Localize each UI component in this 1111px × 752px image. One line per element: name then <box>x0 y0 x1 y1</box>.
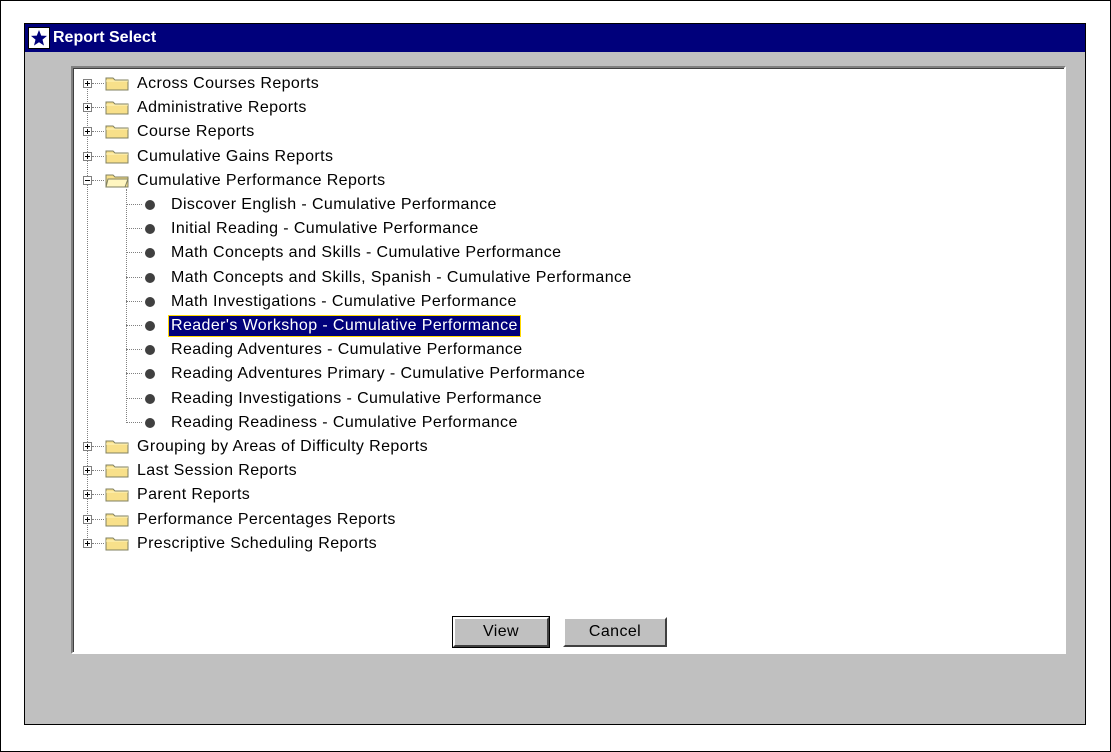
tree-connector <box>126 252 142 254</box>
folder-icon <box>105 535 129 556</box>
tree-folder-label: Cumulative Performance Reports <box>137 171 386 189</box>
report-label: Reading Adventures Primary - Cumulative … <box>171 365 586 383</box>
report-leaf-icon <box>145 417 155 428</box>
tree-connector <box>126 325 142 326</box>
tree-connector <box>126 276 142 278</box>
report-label: Reading Readiness - Cumulative Performan… <box>171 413 518 431</box>
folder-icon <box>105 462 129 483</box>
report-label: Math Concepts and Skills, Spanish - Cumu… <box>171 268 632 286</box>
star-icon <box>28 27 50 49</box>
tree-connector <box>92 518 104 520</box>
report-leaf-icon <box>145 321 155 331</box>
report-label: Math Concepts and Skills - Cumulative Pe… <box>171 244 562 262</box>
folder-icon <box>105 438 129 459</box>
tree-connector <box>92 542 104 544</box>
tree-connector <box>92 494 104 496</box>
folder-icon <box>105 148 129 169</box>
collapse-icon[interactable] <box>83 175 92 185</box>
report-leaf-icon <box>145 345 155 356</box>
tree-connector <box>92 179 104 181</box>
tree-connector <box>92 131 104 133</box>
expand-icon[interactable] <box>83 103 92 113</box>
report-select-dialog: Report Select Across Courses Reports Admi… <box>24 23 1086 725</box>
report-leaf-icon <box>145 393 155 404</box>
tree-connector <box>126 300 142 302</box>
tree-connector <box>92 470 104 472</box>
report-tree[interactable]: Across Courses Reports Administrative Rep… <box>71 66 1066 654</box>
expand-icon[interactable] <box>83 466 92 476</box>
folder-icon <box>105 486 129 507</box>
report-label: Math Investigations - Cumulative Perform… <box>171 292 517 310</box>
tree-connector <box>92 446 104 447</box>
tree-connector <box>92 83 104 84</box>
report-label: Discover English - Cumulative Performanc… <box>171 196 497 213</box>
expand-icon[interactable] <box>83 442 92 451</box>
tree-connector <box>126 228 142 230</box>
report-label: Reading Investigations - Cumulative Perf… <box>171 389 542 407</box>
report-leaf-icon <box>145 369 155 380</box>
tree-folder-label: Performance Percentages Reports <box>137 510 396 528</box>
report-leaf-icon <box>145 248 155 259</box>
report-label: Initial Reading - Cumulative Performance <box>171 220 479 238</box>
folder-icon <box>105 123 129 144</box>
title-bar: Report Select <box>25 24 1085 52</box>
expand-icon[interactable] <box>83 490 92 500</box>
report-leaf-icon <box>145 272 155 283</box>
selected-report-label: Reader's Workshop - Cumulative Performan… <box>168 315 521 337</box>
tree-folder-label: Prescriptive Scheduling Reports <box>137 534 378 552</box>
view-button[interactable]: View <box>452 616 550 648</box>
report-leaf-icon <box>145 296 155 307</box>
tree-child-line <box>126 188 127 423</box>
tree-folder-label: Grouping by Areas of Difficulty Reports <box>137 438 428 455</box>
expand-icon[interactable] <box>83 79 92 88</box>
tree-connector <box>126 397 142 399</box>
folder-icon <box>105 99 129 120</box>
expand-icon[interactable] <box>83 514 92 524</box>
cancel-button[interactable]: Cancel <box>563 617 667 647</box>
report-leaf-icon <box>145 224 155 235</box>
tree-folder-label: Administrative Reports <box>137 99 307 117</box>
folder-icon <box>105 75 129 96</box>
report-leaf-icon <box>145 200 155 210</box>
tree-connector <box>126 204 142 205</box>
expand-icon[interactable] <box>83 538 92 548</box>
tree-connector <box>126 373 142 375</box>
tree-connector <box>126 421 142 423</box>
tree-folder-label: Parent Reports <box>137 486 251 504</box>
window-title: Report Select <box>53 29 157 46</box>
expand-icon[interactable] <box>83 127 92 137</box>
tree-folder-label: Across Courses Reports <box>137 75 320 92</box>
report-label: Reading Adventures - Cumulative Performa… <box>171 341 523 359</box>
tree-folder-label: Cumulative Gains Reports <box>137 147 334 165</box>
tree-connector <box>92 107 104 109</box>
expand-icon[interactable] <box>83 151 92 161</box>
folder-icon <box>105 511 129 532</box>
tree-folder-label: Last Session Reports <box>137 462 298 480</box>
tree-folder-label: Course Reports <box>137 123 255 141</box>
tree-connector <box>92 155 104 157</box>
tree-connector <box>126 349 142 351</box>
